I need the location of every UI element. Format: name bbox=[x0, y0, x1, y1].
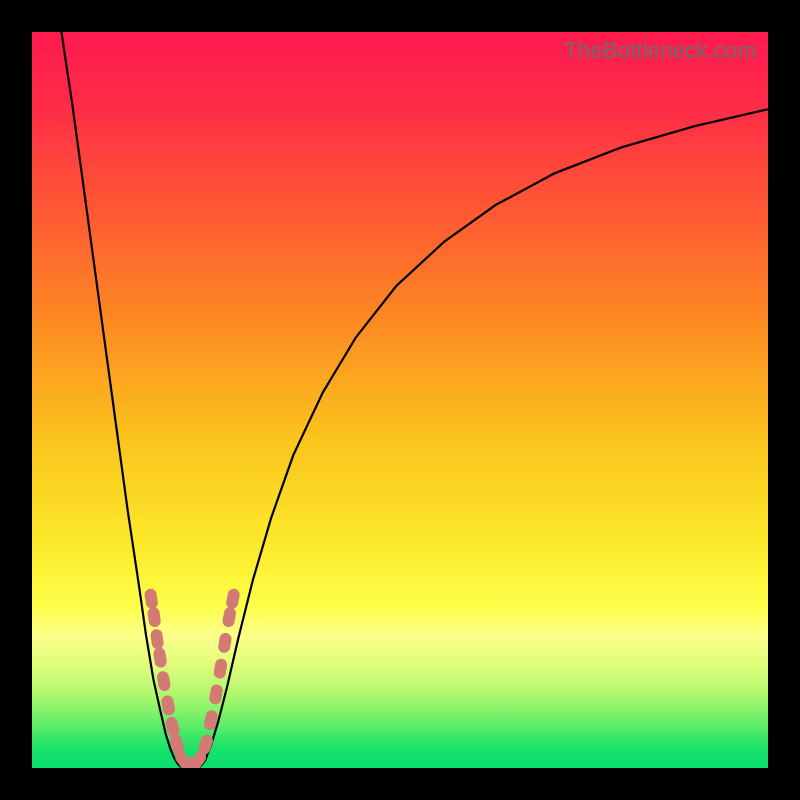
marker-dot bbox=[217, 632, 232, 654]
marker-dot bbox=[153, 647, 168, 669]
curve-right-branch bbox=[200, 109, 768, 767]
marker-dot bbox=[160, 694, 176, 716]
chart-overlay bbox=[32, 32, 768, 768]
marker-dot bbox=[213, 658, 228, 680]
marker-group bbox=[144, 588, 241, 768]
marker-dot bbox=[147, 606, 162, 628]
marker-dot bbox=[144, 588, 159, 610]
watermark-text: TheBottleneck.com bbox=[564, 38, 756, 64]
marker-dot bbox=[156, 670, 171, 692]
chart-frame: TheBottleneck.com bbox=[0, 0, 800, 800]
marker-dot bbox=[150, 628, 165, 650]
plot-area: TheBottleneck.com bbox=[32, 32, 768, 768]
marker-dot bbox=[208, 683, 223, 705]
marker-dot bbox=[222, 606, 237, 628]
marker-dot bbox=[225, 588, 241, 610]
